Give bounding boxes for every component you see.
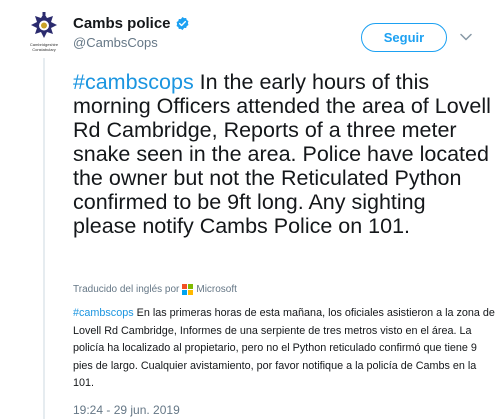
translated-by-label: Traducido del inglés por [73, 284, 180, 295]
translation-attribution: Traducido del inglés por Microsoft [73, 284, 237, 295]
verified-badge-icon [175, 16, 190, 31]
hashtag-link[interactable]: #cambscops [73, 70, 194, 94]
author-handle[interactable]: @CambsCops [73, 35, 158, 50]
police-crest-icon [31, 12, 57, 38]
translation-hashtag-link[interactable]: #cambscops [73, 307, 134, 319]
translator-name: Microsoft [196, 284, 237, 295]
chevron-down-icon[interactable] [459, 30, 473, 44]
author-name-row: Cambs police [73, 15, 190, 32]
avatar-caption-line2: Constabulary [32, 47, 56, 52]
translation-body: En las primeras horas de esta mañana, lo… [73, 307, 495, 389]
microsoft-logo-icon [182, 284, 194, 295]
author-display-name[interactable]: Cambs police [73, 15, 171, 32]
tweet-text: #cambscops In the early hours of this mo… [73, 70, 493, 238]
avatar[interactable]: Cambridgeshire Constabulary [22, 12, 66, 56]
follow-button[interactable]: Seguir [361, 23, 447, 52]
tweet-body: In the early hours of this morning Offic… [73, 70, 491, 238]
thread-line [43, 58, 45, 419]
tweet-timestamp[interactable]: 19:24 - 29 jun. 2019 [73, 403, 180, 417]
translated-text: #cambscops En las primeras horas de esta… [73, 305, 496, 393]
